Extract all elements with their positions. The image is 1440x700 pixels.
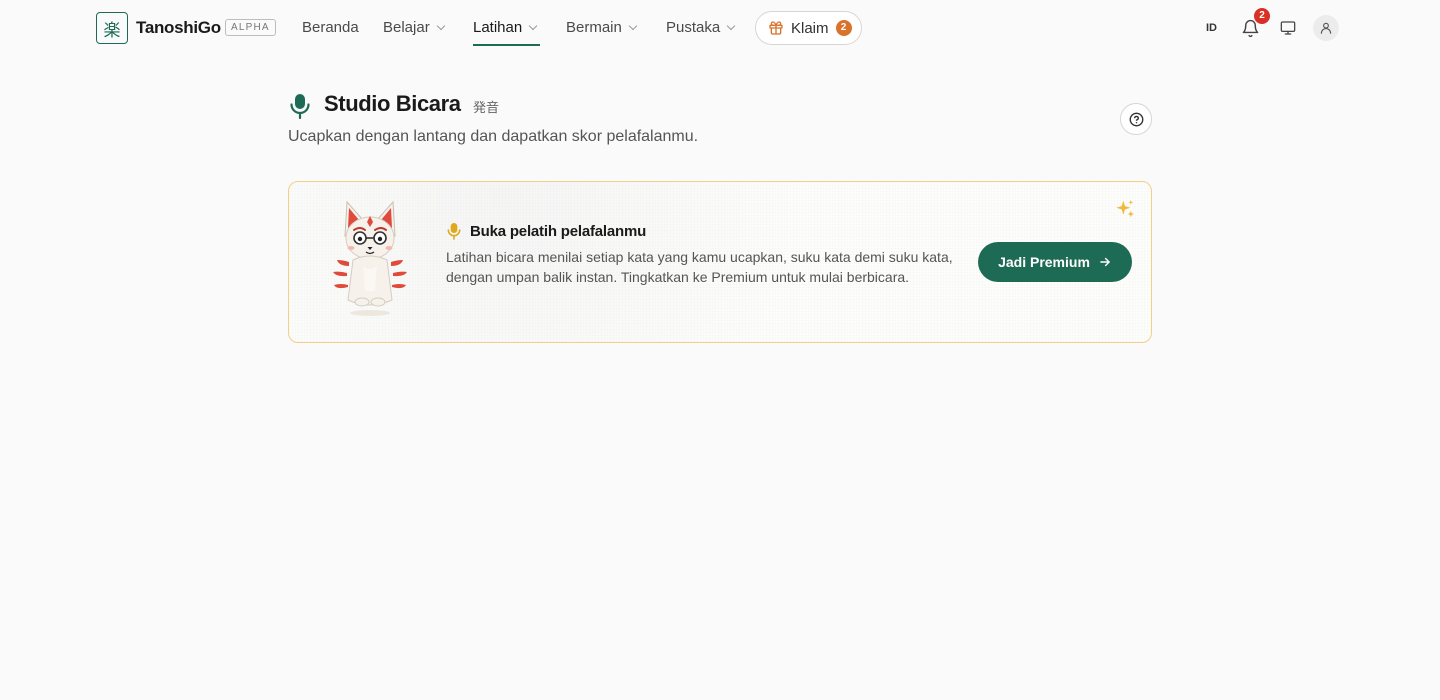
avatar[interactable] (1313, 15, 1339, 41)
language-switch[interactable]: ID (1206, 22, 1217, 34)
display-mode-button[interactable] (1274, 14, 1302, 42)
page-title-japanese: 発音 (473, 101, 500, 116)
claim-button[interactable]: Klaim 2 (755, 11, 862, 45)
top-nav: 楽 TanoshiGo ALPHA Beranda Belajar Latiha… (0, 0, 1440, 56)
card-title: Buka pelatih pelafalanmu (470, 223, 647, 240)
microphone-icon (447, 223, 461, 240)
page-subtitle: Ucapkan dengan lantang dan dapatkan skor… (288, 128, 699, 145)
monitor-icon (1280, 21, 1296, 35)
chevron-down-icon (726, 21, 736, 30)
nav-item-label: Belajar (383, 19, 430, 36)
premium-upsell-card: Buka pelatih pelafalanmu Latihan bicara … (288, 181, 1152, 343)
sparkle-icon (1116, 199, 1135, 218)
logo-icon[interactable]: 楽 (96, 12, 128, 44)
brand-name[interactable]: TanoshiGo (136, 18, 221, 38)
arrow-right-icon (1100, 257, 1110, 267)
nav-item-pustaka[interactable]: Pustaka (666, 19, 736, 36)
nav-item-label: Latihan (473, 19, 523, 36)
nav-item-bermain[interactable]: Bermain (566, 19, 638, 36)
help-circle-icon (1129, 112, 1143, 126)
nav-item-latihan[interactable]: Latihan (473, 19, 538, 36)
nav-item-label: Pustaka (666, 19, 721, 36)
active-nav-indicator (473, 44, 540, 46)
chevron-down-icon (436, 21, 445, 30)
fox-mascot-icon (333, 200, 407, 316)
nav-item-beranda[interactable]: Beranda (302, 19, 359, 36)
gift-icon (769, 21, 783, 35)
nav-item-label: Bermain (566, 19, 622, 36)
alpha-badge: ALPHA (225, 19, 276, 36)
chevron-down-icon (628, 21, 638, 30)
notification-count-badge: 2 (1254, 8, 1270, 24)
go-premium-label: Jadi Premium (998, 254, 1090, 270)
nav-item-belajar[interactable]: Belajar (383, 19, 445, 36)
help-button[interactable] (1120, 103, 1152, 135)
page-title: Studio Bicara (324, 91, 461, 116)
nav-item-label: Beranda (302, 19, 359, 36)
chevron-down-icon (528, 21, 538, 30)
microphone-icon (290, 94, 310, 119)
claim-count-badge: 2 (835, 20, 852, 36)
go-premium-button[interactable]: Jadi Premium (978, 242, 1132, 282)
card-description: Latihan bicara menilai setiap kata yang … (446, 249, 953, 285)
claim-label: Klaim (791, 19, 829, 37)
user-icon (1320, 22, 1332, 34)
